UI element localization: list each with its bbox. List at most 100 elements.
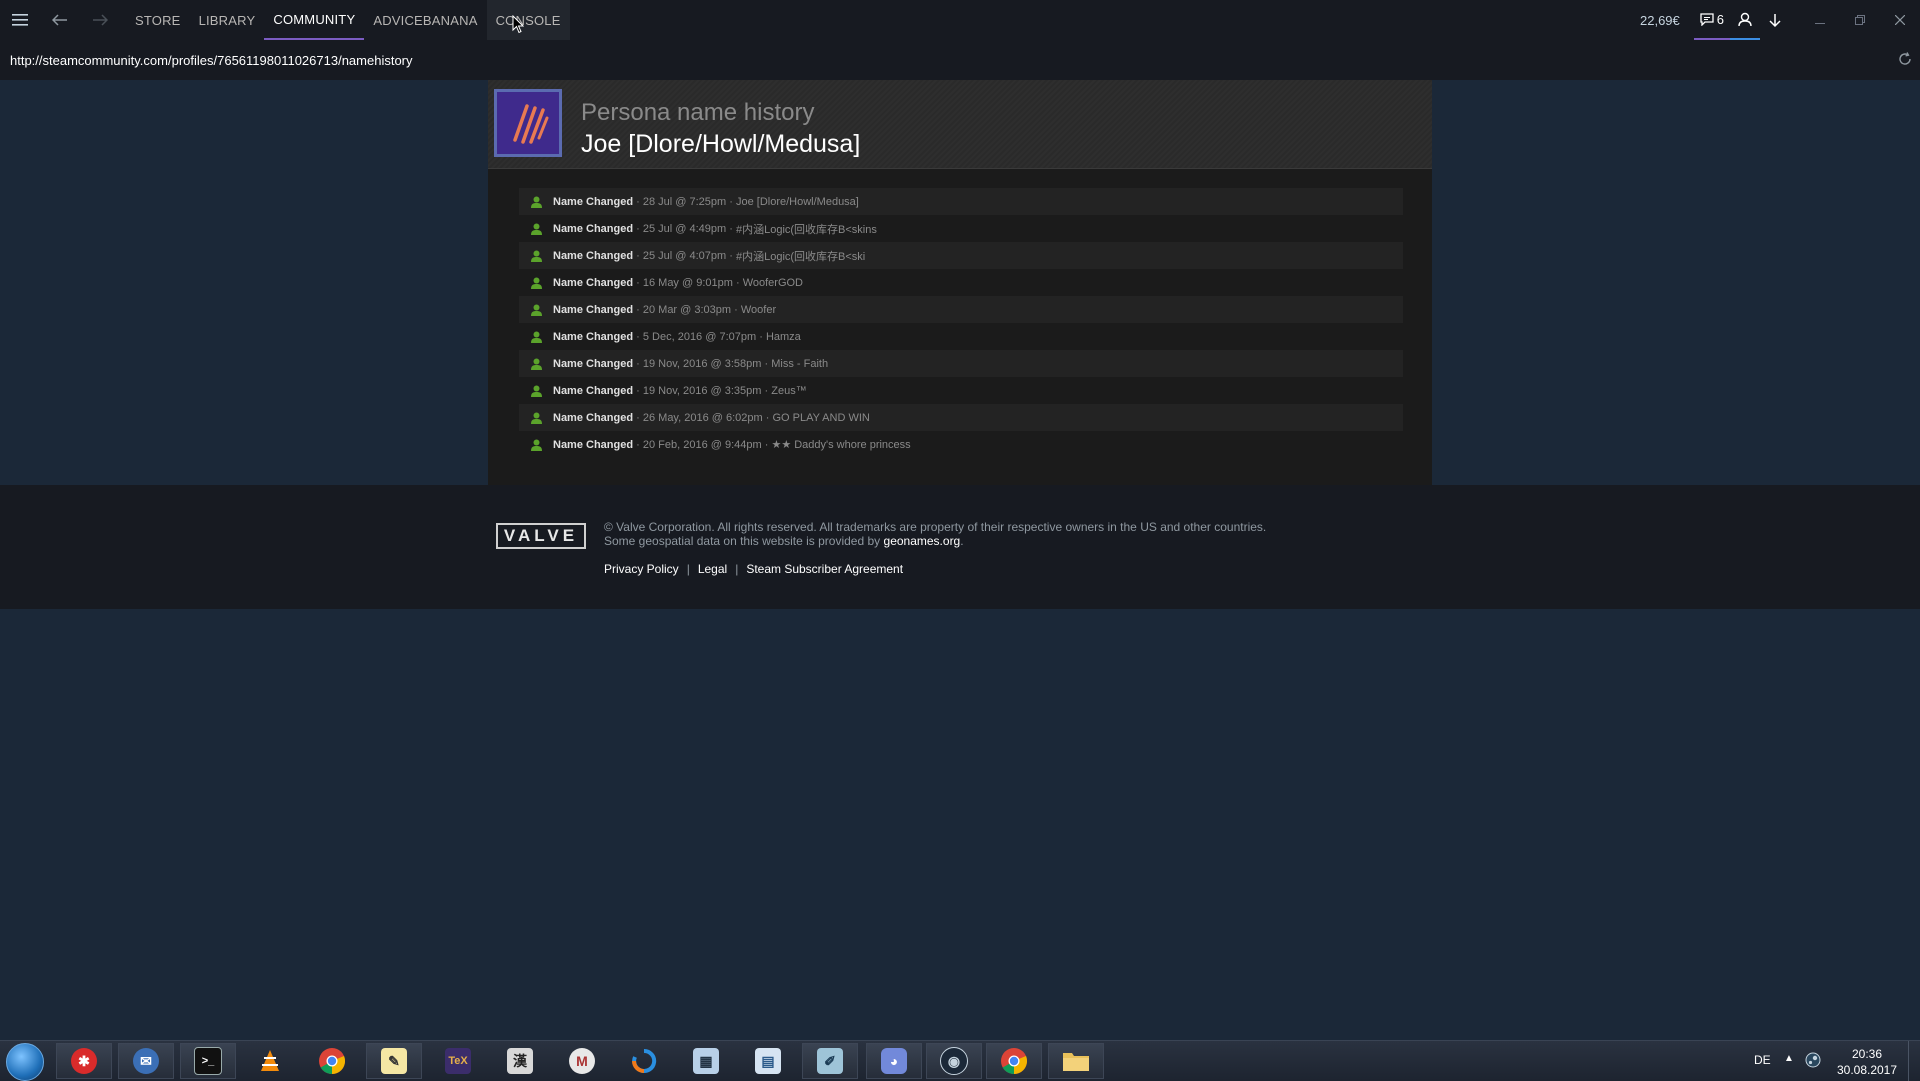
list-item: Name Changed · 28 Jul @ 7:25pm · Joe [Dl… — [519, 188, 1403, 215]
restore-icon[interactable] — [1840, 0, 1880, 40]
taskbar-spreadsheet-icon[interactable]: ▤ — [740, 1043, 796, 1079]
legal-line-2-text: Some geospatial data on this website is … — [604, 534, 881, 548]
taskbar-tool-icon[interactable]: ✱ — [56, 1043, 112, 1079]
reload-icon[interactable] — [1898, 52, 1912, 66]
list-item: Name Changed · 19 Nov, 2016 @ 3:35pm · Z… — [519, 377, 1403, 404]
start-button-icon[interactable] — [6, 1043, 44, 1081]
back-arrow-icon[interactable] — [40, 0, 80, 40]
entry-name: Hamza — [765, 330, 801, 343]
legal-line-1: © Valve Corporation. All rights reserved… — [604, 520, 1267, 534]
person-icon — [531, 331, 543, 343]
tab-community[interactable]: COMMUNITY — [264, 0, 365, 40]
notifications-button[interactable]: 6 — [1693, 0, 1730, 40]
entry-name: Miss - Faith — [771, 357, 829, 370]
download-arrow-icon — [1769, 13, 1781, 27]
profile-name[interactable]: Joe [Dlore/Howl/Medusa] — [581, 130, 860, 159]
show-desktop-button[interactable] — [1908, 1041, 1920, 1081]
entry-date: 16 May @ 9:01pm — [642, 276, 733, 289]
tray-expand-icon[interactable]: ▲ — [1784, 1053, 1794, 1064]
url-bar: http://steamcommunity.com/profiles/76561… — [0, 40, 1920, 80]
url-text[interactable]: http://steamcommunity.com/profiles/76561… — [10, 53, 413, 68]
name-history-panel: Persona name history Joe [Dlore/Howl/Med… — [488, 80, 1432, 485]
taskbar-tex-icon[interactable]: TeX — [430, 1043, 486, 1079]
taskbar-calculator-icon[interactable]: ▦ — [678, 1043, 734, 1079]
avatar[interactable] — [494, 89, 562, 157]
taskbar-thunderbird-icon[interactable]: ✉ — [118, 1043, 174, 1079]
taskbar-sync-icon[interactable] — [616, 1043, 672, 1079]
legal-line-2: Some geospatial data on this website is … — [604, 534, 1266, 548]
taskbar-chrome-icon-2[interactable] — [986, 1043, 1042, 1079]
entry-label: Name Changed — [553, 276, 634, 289]
taskbar-pen-icon[interactable]: ✐ — [802, 1043, 858, 1079]
taskbar-folder-icon[interactable] — [1048, 1043, 1104, 1079]
legal-link[interactable]: Legal — [698, 562, 727, 576]
page-footer: VALVE © Valve Corporation. All rights re… — [0, 485, 1920, 609]
entry-label: Name Changed — [553, 384, 634, 397]
person-icon — [531, 304, 543, 316]
taskbar-vlc-icon[interactable] — [242, 1043, 298, 1079]
name-history-list: Name Changed · 28 Jul @ 7:25pm · Joe [Dl… — [519, 188, 1403, 458]
steam-top-bar: STORE LIBRARY COMMUNITY ADVICEBANANA CON… — [0, 0, 1920, 40]
entry-label: Name Changed — [553, 249, 634, 262]
legal-text: © Valve Corporation. All rights reserved… — [604, 520, 1266, 548]
entry-name: ★★ Daddy's whore princess — [771, 439, 911, 451]
close-icon[interactable] — [1880, 0, 1920, 40]
taskbar-notepad-icon[interactable]: ✎ — [366, 1043, 422, 1079]
entry-label: Name Changed — [553, 222, 634, 235]
taskbar-m-icon[interactable]: M — [554, 1043, 610, 1079]
taskbar-discord-icon[interactable]: ◕ — [866, 1043, 922, 1079]
hamburger-menu-icon[interactable] — [0, 0, 40, 40]
entry-date: 5 Dec, 2016 @ 7:07pm — [642, 330, 757, 343]
tab-console[interactable]: CONSOLE — [486, 0, 570, 40]
person-icon — [531, 358, 543, 370]
entry-date: 20 Mar @ 3:03pm — [642, 303, 732, 316]
list-item: Name Changed · 25 Jul @ 4:07pm · #内涵Logi… — [519, 242, 1403, 269]
person-icon — [531, 385, 543, 397]
page-content: Persona name history Joe [Dlore/Howl/Med… — [0, 80, 1920, 485]
entry-label: Name Changed — [553, 195, 634, 208]
top-right-controls: 22,69€ 6 — [1640, 0, 1920, 40]
tab-store[interactable]: STORE — [126, 0, 190, 40]
claw-marks-icon — [497, 92, 559, 154]
forward-arrow-icon[interactable] — [80, 0, 120, 40]
taskbar-chrome-icon[interactable] — [304, 1043, 360, 1079]
taskbar-clock[interactable]: 20:36 30.08.2017 — [1832, 1046, 1902, 1078]
entry-name: Joe [Dlore/Howl/Medusa] — [735, 195, 859, 208]
entry-date: 20 Feb, 2016 @ 9:44pm — [642, 438, 762, 451]
friends-button[interactable] — [1730, 0, 1760, 40]
person-icon — [531, 277, 543, 289]
language-indicator[interactable]: DE — [1754, 1053, 1771, 1067]
list-item: Name Changed · 25 Jul @ 4:49pm · #内涵Logi… — [519, 215, 1403, 242]
page-subtitle: Persona name history — [581, 99, 815, 126]
taskbar-steam-icon[interactable]: ◉ — [926, 1043, 982, 1079]
downloads-button[interactable] — [1760, 0, 1790, 40]
tab-library[interactable]: LIBRARY — [190, 0, 265, 40]
windows-taskbar: ✱ ✉ >_ ✎ TeX 漢 M ▦ ▤ ✐ ◕ ◉ DE ▲ 20:36 30… — [0, 1040, 1920, 1081]
entry-date: 25 Jul @ 4:07pm — [642, 249, 727, 262]
taskbar-terminal-icon[interactable]: >_ — [180, 1043, 236, 1079]
link-separator: | — [686, 562, 690, 576]
entry-name: #内涵Logic(回收库存B<skins — [735, 223, 877, 236]
tab-advicebanana[interactable]: ADVICEBANANA — [364, 0, 486, 40]
list-item: Name Changed · 16 May @ 9:01pm · WooferG… — [519, 269, 1403, 296]
geonames-link[interactable]: geonames.org — [884, 534, 961, 548]
list-item: Name Changed · 20 Mar @ 3:03pm · Woofer — [519, 296, 1403, 323]
privacy-policy-link[interactable]: Privacy Policy — [604, 562, 679, 576]
minimize-icon[interactable] — [1800, 0, 1840, 40]
entry-label: Name Changed — [553, 303, 634, 316]
subscriber-agreement-link[interactable]: Steam Subscriber Agreement — [746, 562, 903, 576]
tray-steam-icon[interactable] — [1805, 1052, 1821, 1068]
valve-logo[interactable]: VALVE — [496, 523, 586, 549]
list-item: Name Changed · 20 Feb, 2016 @ 9:44pm · ★… — [519, 431, 1403, 458]
person-icon — [531, 196, 543, 208]
user-icon — [1738, 12, 1752, 26]
entry-name: Zeus™ — [771, 384, 807, 397]
entry-name: #内涵Logic(回收库存B<ski — [735, 250, 866, 263]
clock-time: 20:36 — [1851, 1047, 1883, 1061]
taskbar-chinese-char-icon[interactable]: 漢 — [492, 1043, 548, 1079]
entry-label: Name Changed — [553, 330, 634, 343]
entry-label: Name Changed — [553, 357, 634, 370]
person-icon — [531, 250, 543, 262]
wallet-balance[interactable]: 22,69€ — [1640, 13, 1680, 28]
entry-name: WooferGOD — [742, 276, 803, 289]
